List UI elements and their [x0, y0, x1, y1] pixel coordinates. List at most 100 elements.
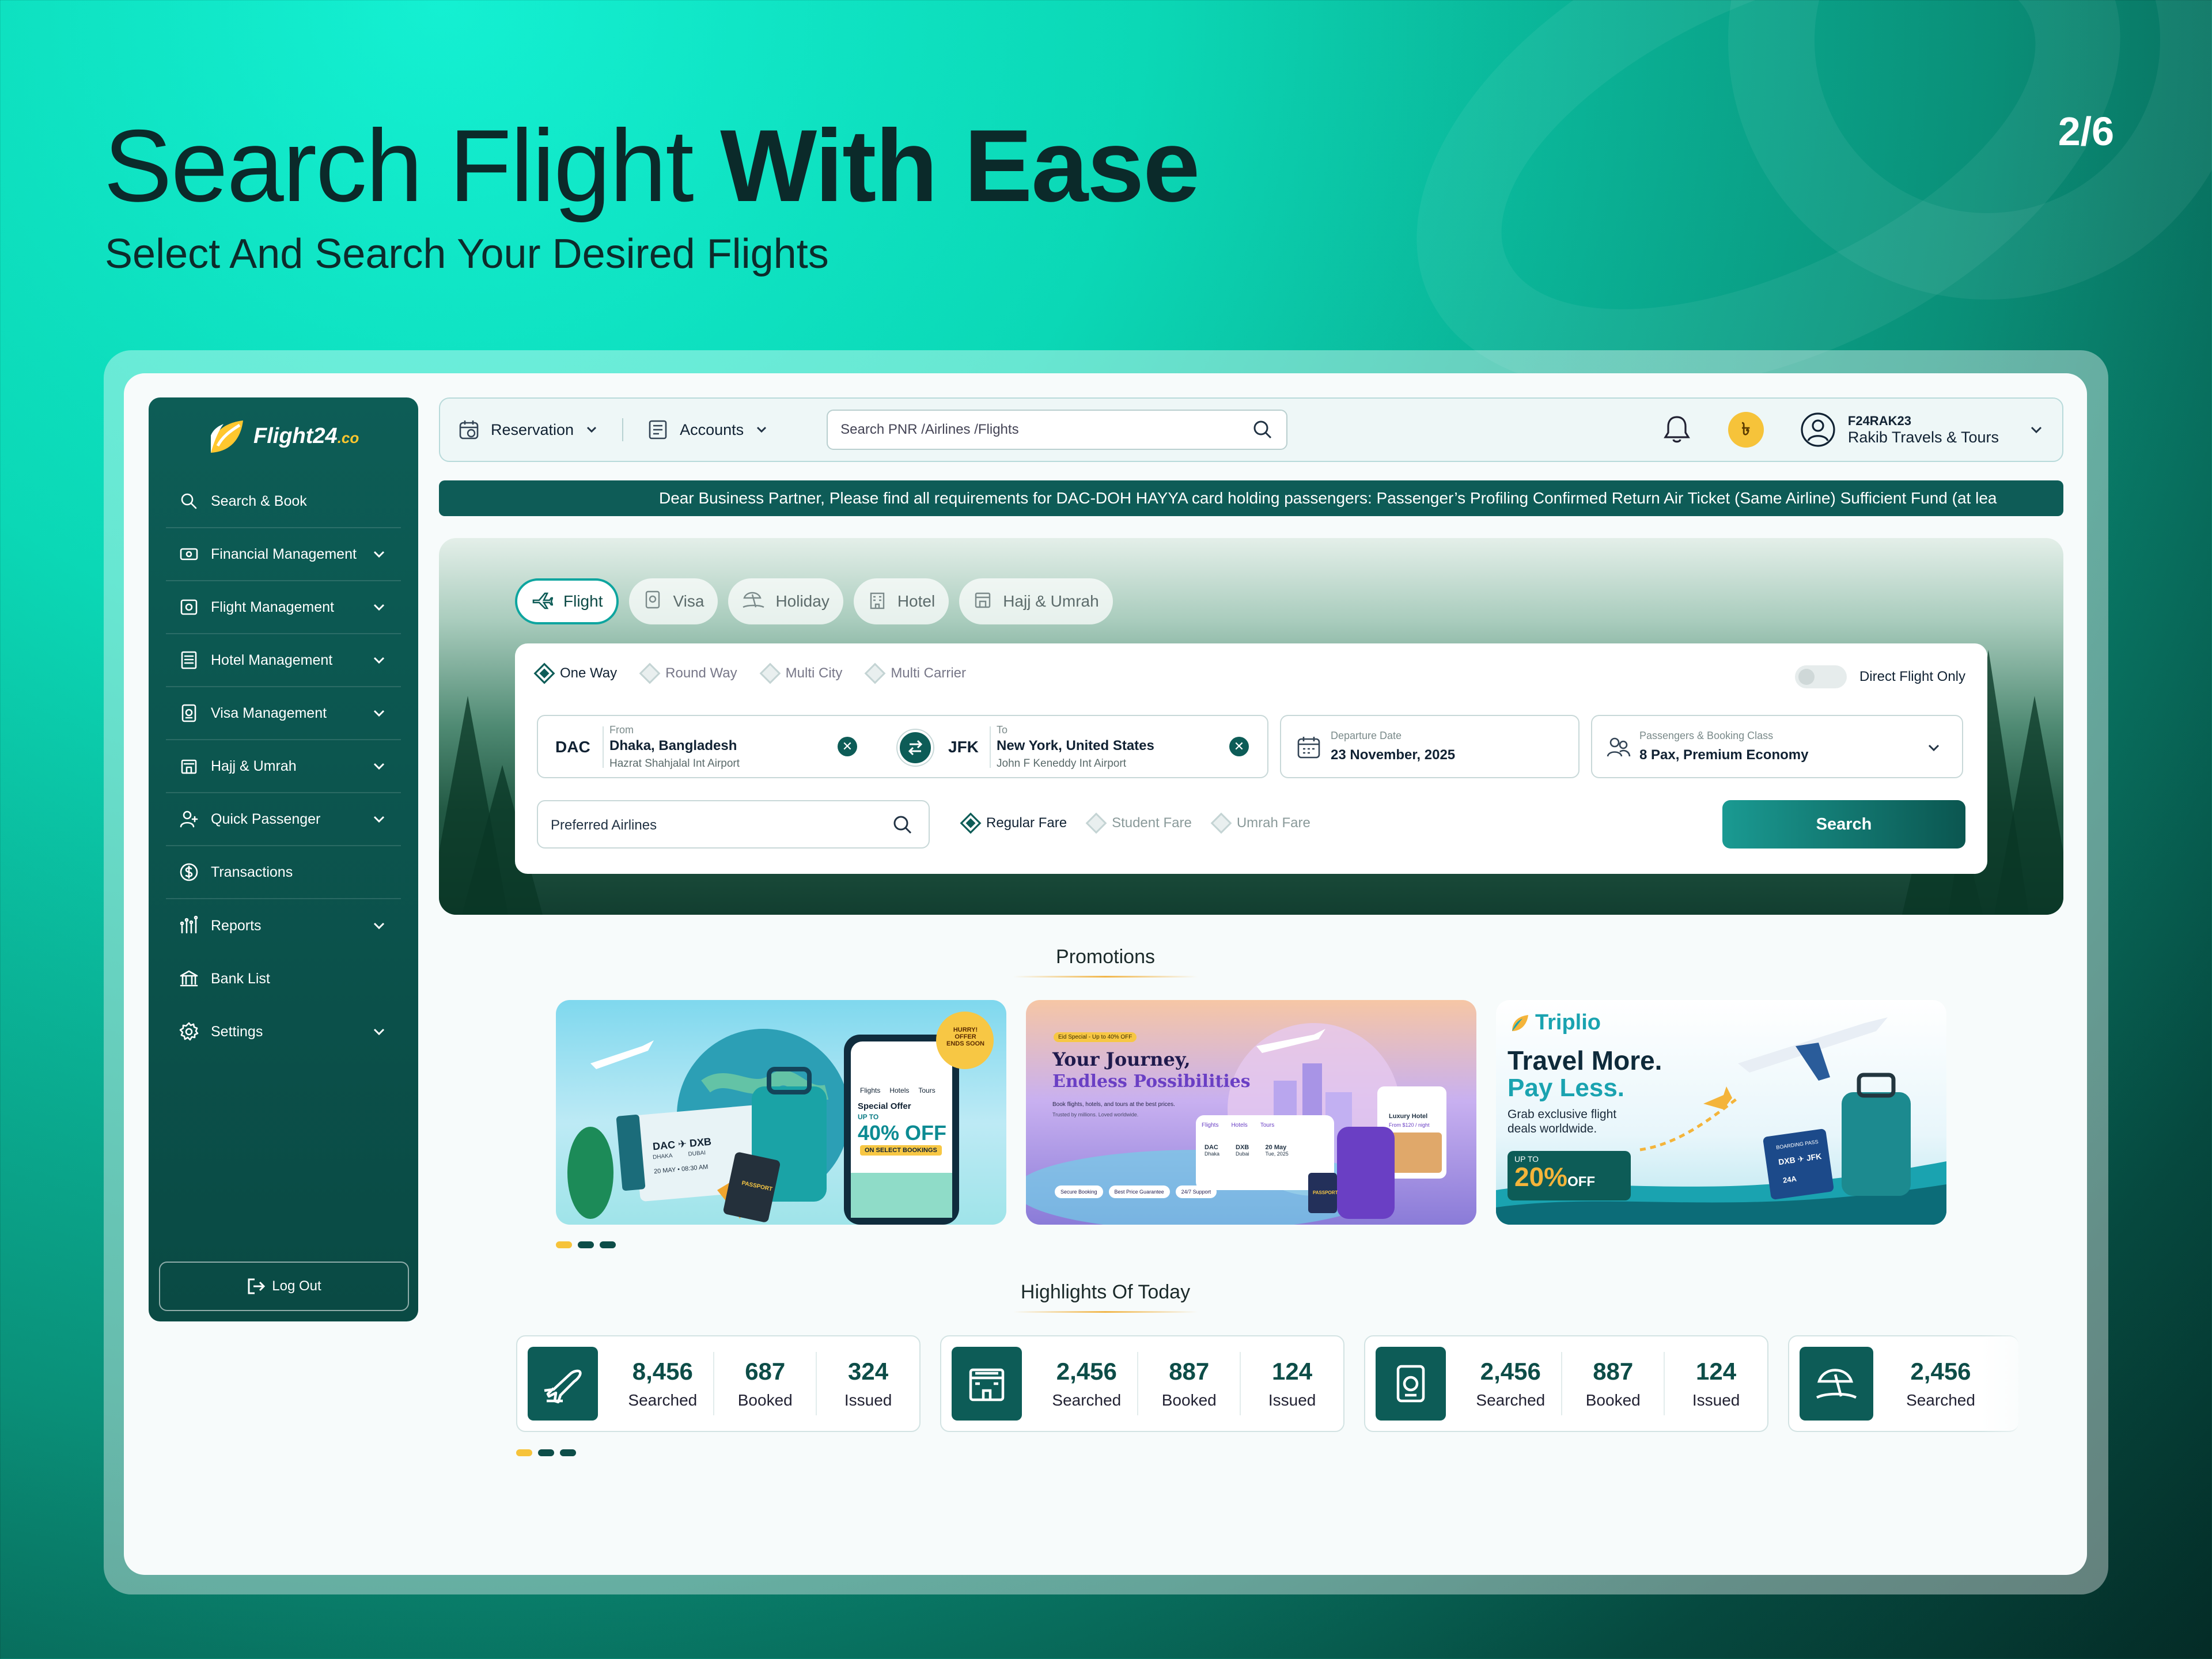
highlight-card[interactable]: 8,456 Searched 687 Booked 324 Issued [516, 1335, 921, 1432]
clear-destination-icon[interactable]: ✕ [1229, 737, 1249, 756]
passengers-icon [1607, 737, 1631, 757]
sidebar-item-label: Reports [211, 917, 262, 934]
highlight-stat: 2,456 Searched [1036, 1352, 1139, 1415]
sidebar-item-flight-management[interactable]: Flight Management [166, 581, 401, 634]
highlight-stat: 124 Issued [1665, 1352, 1767, 1415]
radio-diamond-icon[interactable] [1085, 812, 1107, 834]
fare-type-umrah-fare[interactable]: Umrah Fare [1210, 812, 1310, 834]
radio-diamond-icon[interactable] [639, 662, 661, 684]
promo-offer-value: 20% [1514, 1162, 1568, 1192]
fare-type-regular-fare[interactable]: Regular Fare [960, 812, 1067, 834]
passengers-class-field[interactable]: Passengers & Booking Class 8 Pax, Premiu… [1591, 715, 1963, 778]
promo-title-accent: Pay Less. [1508, 1074, 1625, 1102]
clear-origin-icon[interactable]: ✕ [838, 737, 857, 756]
chevron-down-icon[interactable] [371, 599, 387, 615]
sidebar-item-hotel-management[interactable]: Hotel Management [166, 634, 401, 687]
stat-label: Issued [1268, 1391, 1316, 1409]
trip-type-multi-carrier[interactable]: Multi Carrier [864, 662, 966, 684]
sidebar-item-label: Bank List [211, 970, 270, 987]
tab-holiday[interactable]: Holiday [728, 578, 843, 624]
tab-hotel[interactable]: Hotel [853, 578, 949, 624]
origin-code: DAC [555, 738, 590, 756]
sidebar-item-hajj-umrah[interactable]: Hajj & Umrah [166, 740, 401, 793]
trip-type-one-way[interactable]: One Way [533, 662, 617, 684]
promotion-card[interactable]: DAC ✈ DXB DHAKA DUBAI 20 MAY • 08:30 AM … [556, 1000, 1006, 1225]
chart-icon [179, 915, 199, 936]
chevron-down-icon[interactable] [371, 918, 387, 934]
promo-title: Your Journey, [1052, 1048, 1191, 1070]
chevron-down-icon[interactable] [371, 652, 387, 668]
radio-diamond-icon[interactable] [1210, 812, 1232, 834]
tab-flight[interactable]: Flight [515, 578, 619, 624]
trip-type-group: One Way Round Way Multi City Multi Carrier [533, 662, 966, 684]
stat-value: 124 [1272, 1358, 1313, 1385]
preferred-airlines-input[interactable]: Preferred Airlines [537, 800, 930, 849]
promo-title-accent: Endless Possibilities [1052, 1071, 1251, 1092]
chevron-down-icon [757, 426, 767, 433]
radio-diamond-icon[interactable] [759, 662, 781, 684]
highlights-carousel-dots[interactable] [516, 1449, 576, 1456]
carousel-dot[interactable] [578, 1241, 594, 1248]
swap-route-button[interactable] [897, 730, 933, 766]
balance-coin-icon[interactable]: ৳ [1728, 412, 1764, 448]
carousel-dot[interactable] [560, 1449, 576, 1456]
tab-label: Hotel [897, 592, 935, 610]
passengers-value: 8 Pax, Premium Economy [1639, 747, 1809, 763]
sidebar-item-label: Transactions [211, 863, 293, 880]
sidebar-item-search-book[interactable]: Search & Book [166, 475, 401, 528]
sidebar-item-financial-management[interactable]: Financial Management [166, 528, 401, 581]
bell-icon[interactable] [1661, 414, 1692, 446]
promo-passport-label: PASSPORT [1313, 1190, 1338, 1195]
sidebar-item-transactions[interactable]: Transactions [166, 846, 401, 899]
radio-label: Student Fare [1112, 815, 1192, 831]
dollar-circle-icon [179, 862, 199, 882]
accounts-menu[interactable]: Accounts [646, 418, 769, 441]
direct-flight-toggle[interactable]: Direct Flight Only [1794, 665, 1965, 688]
trip-type-multi-city[interactable]: Multi City [759, 662, 842, 684]
search-icon[interactable] [892, 814, 914, 836]
origin-city[interactable]: Dhaka, Bangladesh [609, 738, 737, 754]
sidebar-item-visa-management[interactable]: Visa Management [166, 687, 401, 740]
chevron-down-icon[interactable] [371, 1024, 387, 1040]
trip-type-round-way[interactable]: Round Way [639, 662, 737, 684]
carousel-dot[interactable] [538, 1449, 554, 1456]
promo-from-city: Dhaka [1205, 1151, 1220, 1157]
tab-visa[interactable]: Visa [629, 578, 718, 624]
highlight-card[interactable]: 2,456 Searched 887 Booked 124 Issued [1364, 1335, 1768, 1432]
radio-diamond-icon[interactable] [960, 812, 982, 834]
chevron-down-icon[interactable] [371, 758, 387, 774]
reservation-menu[interactable]: Reservation [457, 418, 599, 441]
promotions-carousel-dots[interactable] [556, 1241, 616, 1248]
promo-offer-title: Special Offer [858, 1101, 911, 1111]
fare-type-student-fare[interactable]: Student Fare [1085, 812, 1192, 834]
chevron-down-icon [2031, 426, 2042, 434]
tab-hajj-umrah[interactable]: Hajj & Umrah [959, 578, 1113, 624]
radio-diamond-icon[interactable] [864, 662, 886, 684]
chevron-down-icon[interactable] [371, 546, 387, 562]
search-button[interactable]: Search [1722, 800, 1965, 849]
brand-logo[interactable]: Flight24.co [207, 416, 359, 456]
chevron-down-icon[interactable] [371, 811, 387, 827]
promotion-card[interactable]: Triplio Travel More. Pay Less. Grab excl… [1496, 1000, 1946, 1225]
passport-icon [1376, 1347, 1446, 1421]
toggle-switch[interactable] [1794, 665, 1847, 688]
stat-value: 2,456 [1480, 1358, 1541, 1385]
carousel-dot-active[interactable] [556, 1241, 572, 1248]
user-profile-menu[interactable]: F24RAK23 Rakib Travels & Tours [1800, 411, 2045, 448]
search-input[interactable]: Search PNR /Airlines /Flights [827, 410, 1288, 450]
carousel-dot[interactable] [600, 1241, 616, 1248]
carousel-dot-active[interactable] [516, 1449, 532, 1456]
radio-diamond-icon[interactable] [533, 662, 555, 684]
leaf-logo-icon [207, 416, 244, 456]
departure-date-field[interactable]: Departure Date 23 November, 2025 [1280, 715, 1580, 778]
search-icon[interactable] [1252, 419, 1274, 441]
destination-city[interactable]: New York, United States [997, 738, 1154, 754]
sidebar-item-reports[interactable]: Reports [166, 899, 401, 952]
sidebar-item-quick-passenger[interactable]: Quick Passenger [166, 793, 401, 846]
chevron-down-icon[interactable] [371, 705, 387, 721]
highlight-card[interactable]: 2,456 Searched 887 Booked 124 Issued [940, 1335, 1344, 1432]
sidebar-item-settings[interactable]: Settings [166, 1005, 401, 1058]
promo-depart-note: Tue, 2025 [1265, 1151, 1289, 1157]
promotion-card[interactable]: Eid Special - Up to 40% OFF Your Journey… [1026, 1000, 1476, 1225]
calendar-icon [459, 421, 479, 440]
